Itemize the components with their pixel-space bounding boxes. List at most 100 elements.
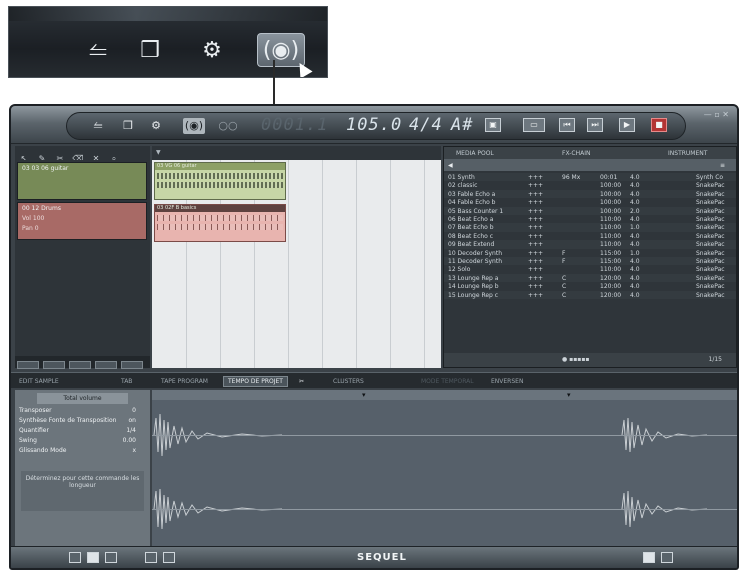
record-icon[interactable]: ■ bbox=[651, 118, 667, 132]
browser-row[interactable]: 01 Synth +++ 96 Mx 00:01 4.0 Synth Co bbox=[444, 173, 736, 182]
track-name: 00 12 Drums bbox=[22, 205, 61, 212]
browser-cell: +++ bbox=[528, 283, 544, 291]
param-transposer[interactable]: Transposer 0 bbox=[19, 407, 146, 417]
clip-drums[interactable]: 03 02F B basics bbox=[154, 204, 286, 242]
browser-cell: SnakePac bbox=[696, 182, 725, 190]
view-toggle-button[interactable] bbox=[661, 552, 673, 563]
browser-cell: 100:00 bbox=[600, 182, 622, 190]
gear-icon[interactable]: ⚙ bbox=[195, 33, 229, 67]
media-browser-icon[interactable]: (◉) bbox=[183, 118, 205, 134]
rewind-icon[interactable]: ⏮ bbox=[559, 118, 575, 132]
tab-enversen[interactable]: ENVERSEN bbox=[491, 378, 523, 385]
loop-icon[interactable]: ○○ bbox=[217, 118, 239, 134]
key-display[interactable]: A# bbox=[451, 115, 473, 135]
signature-display[interactable]: 4/4 bbox=[409, 115, 443, 135]
view-button[interactable] bbox=[95, 361, 117, 369]
track-footer-buttons bbox=[15, 356, 150, 369]
tab-edit-sample[interactable]: EDIT SAMPLE bbox=[19, 378, 59, 385]
position-display: 0001.1 bbox=[261, 115, 329, 135]
layout-button[interactable] bbox=[87, 552, 99, 563]
browser-row[interactable]: 02 classic +++ 100:00 4.0 SnakePac bbox=[444, 181, 736, 189]
marker-icon[interactable]: ▾ bbox=[362, 391, 366, 399]
browser-cell: 110:00 bbox=[600, 224, 622, 232]
browser-row[interactable]: 10 Decoder Synth +++ F 115:00 1.0 SnakePac bbox=[444, 249, 736, 257]
browser-row[interactable]: 03 Fable Echo a +++ 100:00 4.0 SnakePac bbox=[444, 189, 736, 199]
browser-cell: 120:00 bbox=[600, 283, 622, 291]
browser-row[interactable]: 08 Beat Echo c +++ 110:00 4.0 SnakePac bbox=[444, 232, 736, 240]
connection-icon[interactable]: ⥪ bbox=[91, 118, 105, 134]
layout-button[interactable] bbox=[69, 552, 81, 563]
browser-row[interactable]: 11 Decoder Synth +++ F 115:00 4.0 SnakePac bbox=[444, 257, 736, 266]
package-icon[interactable]: ❒ bbox=[133, 33, 167, 67]
sample-editor[interactable]: ▾ ▾ bbox=[152, 390, 737, 546]
clip-waveform bbox=[157, 224, 283, 230]
media-browser-icon[interactable]: (◉) bbox=[257, 33, 305, 67]
browser-row[interactable]: 05 Bass Counter 1 +++ 100:00 2.0 SnakePac bbox=[444, 206, 736, 215]
tab-fx-chain[interactable]: FX-CHAIN bbox=[562, 150, 591, 157]
gear-icon[interactable]: ⚙ bbox=[149, 118, 163, 134]
list-view-icon[interactable]: ≡ bbox=[720, 162, 725, 169]
track-pan[interactable]: Pan 0 bbox=[22, 225, 142, 232]
browser-cell: C bbox=[562, 283, 567, 291]
callout-band bbox=[9, 7, 327, 21]
view-button[interactable] bbox=[121, 361, 143, 369]
connection-icon[interactable]: ⥪ bbox=[81, 33, 115, 67]
browser-cell: +++ bbox=[528, 216, 544, 223]
view-toggle-button[interactable] bbox=[643, 552, 655, 563]
browser-row[interactable]: 04 Fable Echo b +++ 100:00 4.0 SnakePac bbox=[444, 198, 736, 206]
metronome-icon[interactable]: ▣ bbox=[485, 118, 501, 132]
param-swing[interactable]: Swing 0.00 bbox=[19, 437, 146, 447]
remove-track-button[interactable] bbox=[43, 361, 65, 369]
browser-row[interactable]: 07 Beat Echo b +++ 110:00 1.0 SnakePac bbox=[444, 223, 736, 232]
tab-tape-program[interactable]: TAPE PROGRAM bbox=[161, 378, 208, 385]
clip-name: 03 02F B basics bbox=[155, 205, 285, 212]
arrange-view[interactable]: ▼ 03 VG 06 guitar 03 02F B basics bbox=[152, 146, 441, 368]
play-icon[interactable]: ▶ bbox=[619, 118, 635, 132]
layout-button[interactable] bbox=[163, 552, 175, 563]
layout-button[interactable] bbox=[145, 552, 157, 563]
browser-row[interactable]: 15 Lounge Rep c +++ C 120:00 4.0 SnakePac bbox=[444, 290, 736, 299]
tab-clusters[interactable]: CLUSTERS bbox=[333, 378, 364, 385]
param-quantifier[interactable]: Quantifier 1/4 bbox=[19, 427, 146, 437]
browser-cell: 03 Fable Echo a bbox=[448, 190, 496, 198]
browser-cell: SnakePac bbox=[696, 249, 725, 257]
tab-tempo-de-projet[interactable]: TEMPO DE PROJET bbox=[223, 376, 288, 387]
browser-column-header: ◀ ≡ bbox=[444, 159, 736, 171]
add-track-button[interactable] bbox=[17, 361, 39, 369]
browser-row[interactable]: 13 Lounge Rep a +++ C 120:00 4.0 SnakePac bbox=[444, 273, 736, 283]
browser-row[interactable]: 06 Beat Echo a +++ 110:00 4.0 SnakePac bbox=[444, 215, 736, 223]
track-guitar[interactable]: 03 03 06 guitar bbox=[17, 162, 147, 200]
marker-icon[interactable]: ▾ bbox=[567, 391, 571, 399]
tab-tab[interactable]: TAB bbox=[121, 378, 132, 385]
browser-row[interactable]: 09 Beat Extend +++ 110:00 4.0 SnakePac bbox=[444, 240, 736, 249]
window-controls[interactable]: — ▫ ✕ bbox=[704, 110, 729, 119]
browser-row[interactable]: 12 Solo +++ 110:00 4.0 SnakePac bbox=[444, 265, 736, 273]
param-synthese[interactable]: Synthèse Fonte de Transposition on bbox=[19, 417, 146, 427]
editor-timeline[interactable] bbox=[152, 390, 737, 400]
track-drums[interactable]: 00 12 Drums Vol 100 Pan 0 bbox=[17, 202, 147, 240]
browser-cell: 4.0 bbox=[630, 266, 640, 274]
back-icon[interactable]: ◀ bbox=[448, 162, 453, 169]
forward-icon[interactable]: ⏭ bbox=[587, 118, 603, 132]
layout-button[interactable] bbox=[105, 552, 117, 563]
param-glissando[interactable]: Glissando Mode x bbox=[19, 447, 146, 457]
track-volume[interactable]: Vol 100 bbox=[22, 215, 142, 222]
browser-cell: 4.0 bbox=[630, 190, 640, 198]
tab-mode-temporal[interactable]: MODE TEMPORAL bbox=[421, 378, 474, 385]
tab-media-pool[interactable]: MEDIA POOL bbox=[456, 150, 494, 157]
playhead-icon[interactable]: ▼ bbox=[156, 149, 161, 156]
view-button[interactable] bbox=[69, 361, 91, 369]
scissors-icon[interactable]: ✂ bbox=[299, 378, 304, 385]
tempo-display[interactable]: 105.0 bbox=[346, 115, 402, 135]
browser-cell: C bbox=[562, 274, 567, 282]
timeline-ruler[interactable]: ▼ bbox=[152, 146, 441, 160]
browser-cell: 110:00 bbox=[600, 241, 622, 249]
package-icon[interactable]: ❒ bbox=[121, 118, 135, 134]
browser-cell: SnakePac bbox=[696, 274, 725, 282]
browser-cell: 4.0 bbox=[630, 291, 640, 299]
loop-toggle-icon[interactable]: ▭ bbox=[523, 118, 545, 132]
clip-guitar[interactable]: 03 VG 06 guitar bbox=[154, 162, 286, 200]
preview-play-icon[interactable]: ● ▪▪▪▪▪ bbox=[562, 356, 589, 363]
browser-row[interactable]: 14 Lounge Rep b +++ C 120:00 4.0 SnakePac bbox=[444, 282, 736, 290]
tab-instrument[interactable]: INSTRUMENT bbox=[668, 150, 707, 157]
